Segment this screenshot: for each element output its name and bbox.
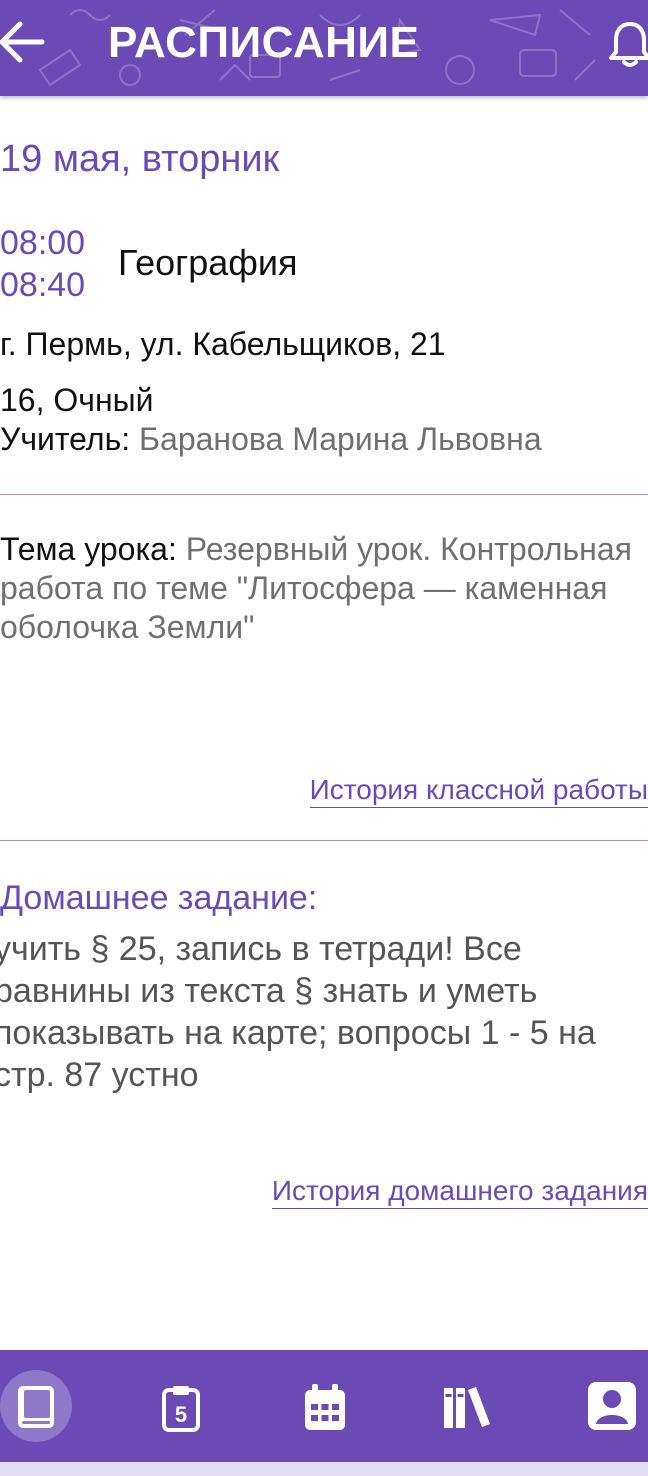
grades-clipboard-icon: 5 [162, 1386, 200, 1432]
homework-history-link[interactable]: История домашнего задания [271, 1175, 648, 1209]
homework-text: учить § 25, запись в тетради! Все равнин… [0, 930, 596, 1094]
schedule-screen: РАСПИСАНИЕ 19 мая, вторник 08:00 08:40 Г… [0, 0, 648, 1476]
teacher-name: Баранова Марина Львовна [139, 421, 542, 457]
arrow-left-icon [0, 21, 45, 63]
lesson-topic: Тема урока: Резервный урок. Контрольная … [0, 530, 640, 647]
diary-book-icon [18, 1386, 54, 1428]
bottom-navigation: 5 [0, 1350, 648, 1462]
nav-diary[interactable] [0, 1350, 80, 1462]
lesson-room: 16, Очный [0, 382, 154, 418]
library-books-icon [444, 1387, 490, 1428]
lesson-subject: География [118, 242, 298, 283]
divider [0, 840, 648, 841]
nav-profile[interactable] [576, 1350, 648, 1462]
lesson-date: 19 мая, вторник [0, 138, 280, 180]
lesson-teacher: Учитель: Баранова Марина Львовна [0, 421, 542, 458]
class-work-history-link[interactable]: История классной работы [309, 774, 648, 808]
bell-icon [609, 22, 648, 67]
lesson-address: г. Пермь, ул. Кабельщиков, 21 [0, 326, 446, 362]
topic-label: Тема урока: [0, 531, 177, 567]
nav-library[interactable] [432, 1350, 512, 1462]
svg-text:5: 5 [175, 1402, 187, 1427]
nav-grades[interactable]: 5 [144, 1350, 224, 1462]
page-title: РАСПИСАНИЕ [108, 18, 420, 67]
notifications-button[interactable] [606, 18, 648, 70]
back-button[interactable] [0, 14, 50, 70]
nav-schedule[interactable] [288, 1350, 368, 1462]
system-navigation-strip [0, 1462, 648, 1476]
app-header: РАСПИСАНИЕ [0, 0, 648, 96]
homework-title: Домашнее задание: [0, 879, 318, 917]
teacher-label: Учитель: [0, 421, 131, 457]
calendar-icon [305, 1384, 345, 1430]
lesson-start-time: 08:00 [0, 224, 86, 262]
lesson-end-time: 08:40 [0, 266, 86, 304]
divider [0, 494, 648, 495]
profile-icon [588, 1382, 636, 1430]
